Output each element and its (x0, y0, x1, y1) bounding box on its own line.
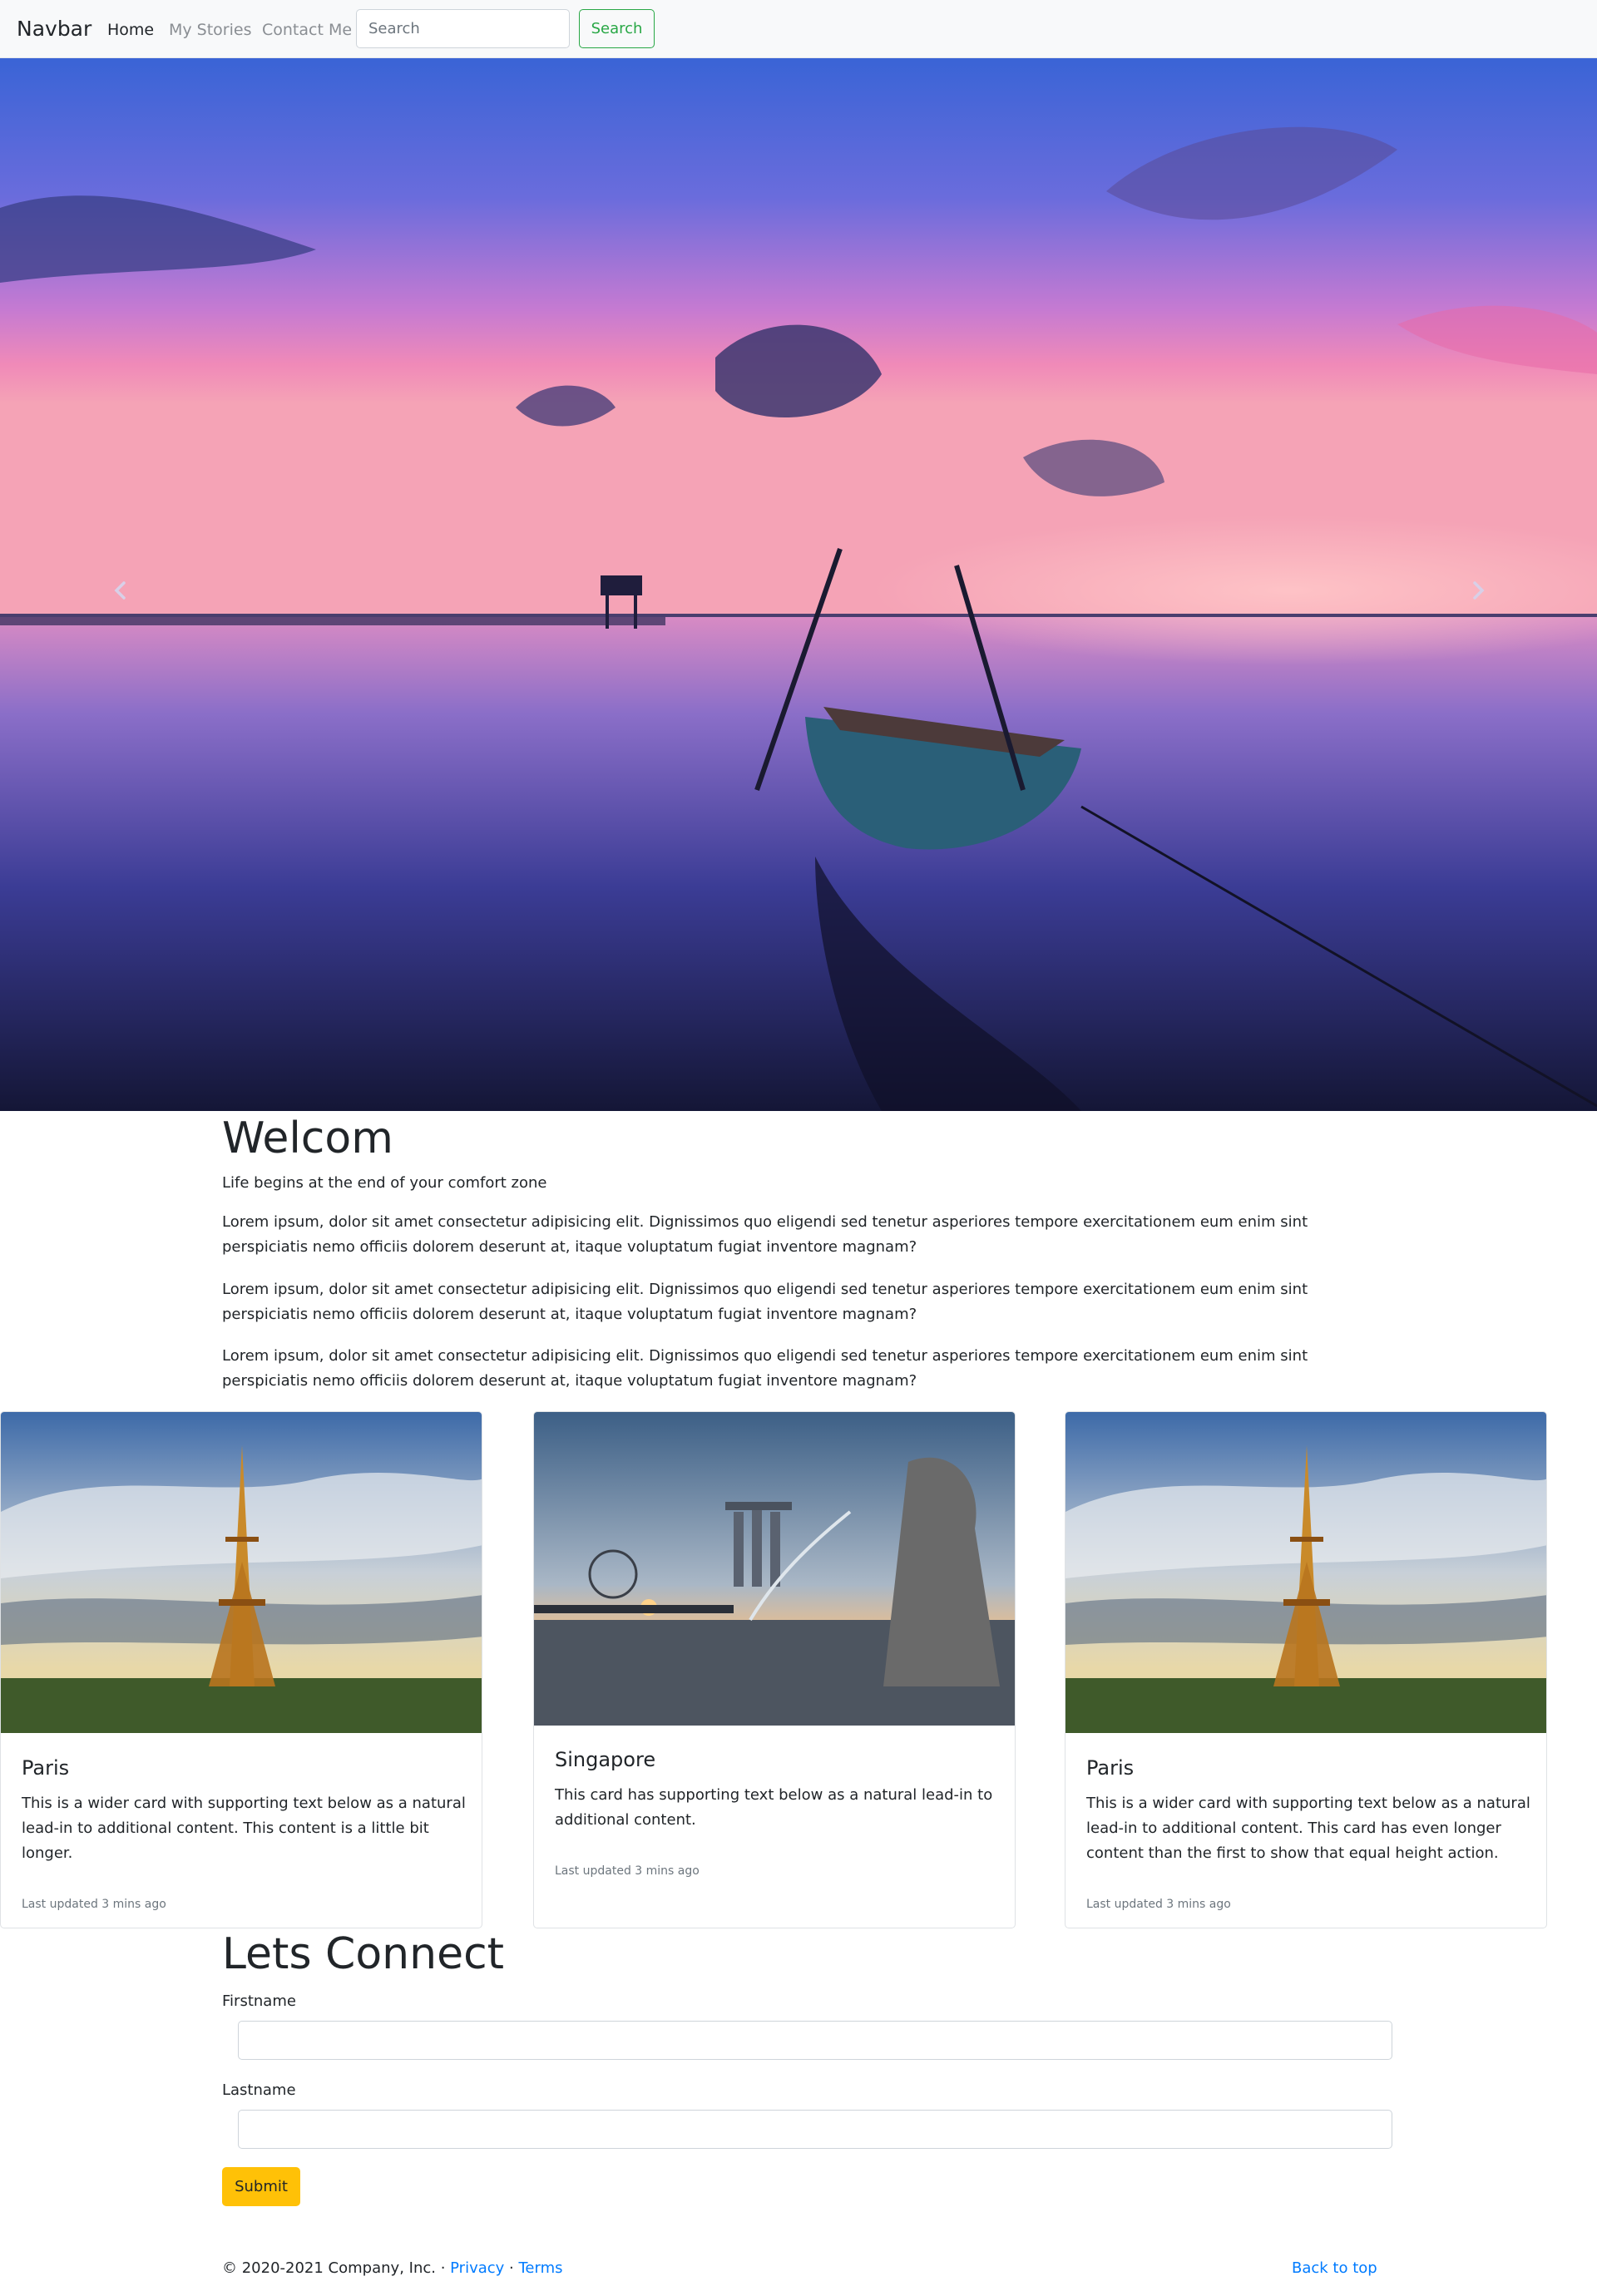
nav-link-home[interactable]: Home (107, 21, 154, 39)
card-title: Paris (22, 1756, 70, 1780)
card-text: This card has supporting text below as a… (555, 1786, 993, 1829)
card-image (1, 1412, 482, 1733)
page-title: Welcom (222, 1113, 393, 1163)
submit-button[interactable]: Submit (222, 2167, 300, 2206)
card-meta: Last updated 3 mins ago (555, 1864, 700, 1878)
chevron-right-icon (1473, 581, 1485, 600)
card-paris[interactable]: Paris This is a wider card with supporti… (0, 1411, 482, 1928)
card-title: Paris (1086, 1756, 1135, 1780)
hero-carousel (0, 58, 1597, 1111)
carousel-next-button[interactable] (1445, 557, 1511, 624)
card-paris-2[interactable]: Paris This is a wider card with supporti… (1065, 1411, 1547, 1928)
card-text: This is a wider card with supporting tex… (1086, 1795, 1530, 1862)
hero-image (0, 58, 1597, 1111)
footer-separator: · (504, 2259, 519, 2277)
chevron-left-icon (114, 581, 126, 600)
lastname-field[interactable] (238, 2110, 1392, 2149)
card-text: This is a wider card with supporting tex… (22, 1795, 466, 1862)
back-to-top-link[interactable]: Back to top (1292, 2259, 1377, 2279)
tagline: Life begins at the end of your comfort z… (222, 1174, 547, 1192)
copyright-text: © 2020-2021 Company, Inc. · (222, 2259, 451, 2277)
lastname-label: Lastname (222, 2081, 296, 2099)
nav-link-my-stories[interactable]: My Stories (169, 21, 252, 39)
intro-paragraph: Lorem ipsum, dolor sit amet consectetur … (222, 1213, 1308, 1256)
card-image (1065, 1412, 1546, 1733)
search-button[interactable]: Search (579, 9, 655, 48)
search-input[interactable] (356, 9, 570, 48)
intro-paragraph: Lorem ipsum, dolor sit amet consectetur … (222, 1347, 1308, 1390)
firstname-label: Firstname (222, 1992, 296, 2010)
navbar-brand[interactable]: Navbar (17, 17, 91, 42)
card-title: Singapore (555, 1748, 656, 1771)
card-image (534, 1412, 1015, 1726)
firstname-field[interactable] (238, 2021, 1392, 2060)
card-singapore[interactable]: Singapore This card has supporting text … (533, 1411, 1016, 1928)
navbar: Navbar Home My Stories Contact Me Search (0, 0, 1597, 58)
terms-link[interactable]: Terms (518, 2259, 562, 2277)
card-meta: Last updated 3 mins ago (22, 1898, 166, 1911)
card-meta: Last updated 3 mins ago (1086, 1898, 1231, 1911)
intro-paragraph: Lorem ipsum, dolor sit amet consectetur … (222, 1281, 1308, 1323)
carousel-prev-button[interactable] (87, 557, 154, 624)
footer-copyright: © 2020-2021 Company, Inc. · Privacy · Te… (222, 2259, 563, 2279)
section-title: Lets Connect (222, 1929, 505, 1979)
nav-link-contact-me[interactable]: Contact Me (262, 21, 352, 39)
privacy-link[interactable]: Privacy (450, 2259, 504, 2277)
